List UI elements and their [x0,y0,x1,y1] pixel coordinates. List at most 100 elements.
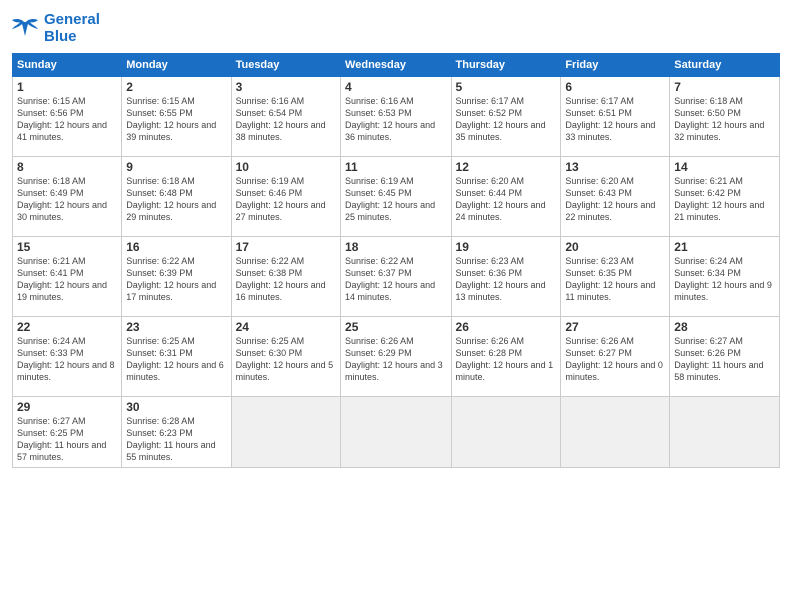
day-info: Sunrise: 6:27 AM Sunset: 6:26 PM Dayligh… [674,335,775,384]
calendar-cell: 3 Sunrise: 6:16 AM Sunset: 6:54 PM Dayli… [231,77,340,157]
day-number: 26 [456,320,557,334]
calendar-cell: 7 Sunrise: 6:18 AM Sunset: 6:50 PM Dayli… [670,77,780,157]
day-info: Sunrise: 6:20 AM Sunset: 6:43 PM Dayligh… [565,175,665,224]
day-info: Sunrise: 6:27 AM Sunset: 6:25 PM Dayligh… [17,415,117,464]
calendar-row: 15 Sunrise: 6:21 AM Sunset: 6:41 PM Dayl… [13,237,780,317]
calendar-cell [670,397,780,468]
day-info: Sunrise: 6:16 AM Sunset: 6:53 PM Dayligh… [345,95,446,144]
day-info: Sunrise: 6:24 AM Sunset: 6:33 PM Dayligh… [17,335,117,384]
day-number: 12 [456,160,557,174]
day-info: Sunrise: 6:22 AM Sunset: 6:38 PM Dayligh… [236,255,336,304]
calendar-cell: 29 Sunrise: 6:27 AM Sunset: 6:25 PM Dayl… [13,397,122,468]
day-number: 29 [17,400,117,414]
day-info: Sunrise: 6:22 AM Sunset: 6:37 PM Dayligh… [345,255,446,304]
calendar-cell: 27 Sunrise: 6:26 AM Sunset: 6:27 PM Dayl… [561,317,670,397]
day-number: 13 [565,160,665,174]
day-number: 28 [674,320,775,334]
calendar-cell: 2 Sunrise: 6:15 AM Sunset: 6:55 PM Dayli… [122,77,231,157]
day-number: 19 [456,240,557,254]
day-number: 2 [126,80,226,94]
logo-icon [12,18,40,40]
calendar-cell: 22 Sunrise: 6:24 AM Sunset: 6:33 PM Dayl… [13,317,122,397]
calendar-cell: 10 Sunrise: 6:19 AM Sunset: 6:46 PM Dayl… [231,157,340,237]
day-info: Sunrise: 6:18 AM Sunset: 6:49 PM Dayligh… [17,175,117,224]
calendar-cell [561,397,670,468]
calendar-table: Sunday Monday Tuesday Wednesday Thursday… [12,53,780,468]
day-number: 16 [126,240,226,254]
calendar-cell: 30 Sunrise: 6:28 AM Sunset: 6:23 PM Dayl… [122,397,231,468]
day-number: 14 [674,160,775,174]
day-info: Sunrise: 6:26 AM Sunset: 6:27 PM Dayligh… [565,335,665,384]
day-number: 22 [17,320,117,334]
day-info: Sunrise: 6:23 AM Sunset: 6:35 PM Dayligh… [565,255,665,304]
day-number: 10 [236,160,336,174]
day-info: Sunrise: 6:15 AM Sunset: 6:55 PM Dayligh… [126,95,226,144]
calendar-cell: 28 Sunrise: 6:27 AM Sunset: 6:26 PM Dayl… [670,317,780,397]
day-info: Sunrise: 6:16 AM Sunset: 6:54 PM Dayligh… [236,95,336,144]
day-info: Sunrise: 6:24 AM Sunset: 6:34 PM Dayligh… [674,255,775,304]
day-number: 21 [674,240,775,254]
day-info: Sunrise: 6:21 AM Sunset: 6:41 PM Dayligh… [17,255,117,304]
calendar-cell: 25 Sunrise: 6:26 AM Sunset: 6:29 PM Dayl… [341,317,451,397]
day-info: Sunrise: 6:20 AM Sunset: 6:44 PM Dayligh… [456,175,557,224]
calendar-cell: 16 Sunrise: 6:22 AM Sunset: 6:39 PM Dayl… [122,237,231,317]
day-number: 3 [236,80,336,94]
day-info: Sunrise: 6:19 AM Sunset: 6:45 PM Dayligh… [345,175,446,224]
day-info: Sunrise: 6:19 AM Sunset: 6:46 PM Dayligh… [236,175,336,224]
calendar-cell: 14 Sunrise: 6:21 AM Sunset: 6:42 PM Dayl… [670,157,780,237]
col-thursday: Thursday [451,54,561,77]
day-info: Sunrise: 6:17 AM Sunset: 6:52 PM Dayligh… [456,95,557,144]
logo: General Blue [12,12,100,45]
col-wednesday: Wednesday [341,54,451,77]
calendar-row: 1 Sunrise: 6:15 AM Sunset: 6:56 PM Dayli… [13,77,780,157]
day-number: 27 [565,320,665,334]
calendar-row: 22 Sunrise: 6:24 AM Sunset: 6:33 PM Dayl… [13,317,780,397]
day-number: 8 [17,160,117,174]
calendar-cell: 12 Sunrise: 6:20 AM Sunset: 6:44 PM Dayl… [451,157,561,237]
day-number: 23 [126,320,226,334]
main-container: General Blue Sunday Monday Tuesday Wedne… [0,0,792,612]
day-number: 18 [345,240,446,254]
calendar-cell: 11 Sunrise: 6:19 AM Sunset: 6:45 PM Dayl… [341,157,451,237]
calendar-cell: 23 Sunrise: 6:25 AM Sunset: 6:31 PM Dayl… [122,317,231,397]
day-number: 1 [17,80,117,94]
day-number: 6 [565,80,665,94]
day-info: Sunrise: 6:26 AM Sunset: 6:29 PM Dayligh… [345,335,446,384]
day-number: 5 [456,80,557,94]
day-number: 15 [17,240,117,254]
day-number: 7 [674,80,775,94]
day-info: Sunrise: 6:17 AM Sunset: 6:51 PM Dayligh… [565,95,665,144]
day-info: Sunrise: 6:21 AM Sunset: 6:42 PM Dayligh… [674,175,775,224]
calendar-cell [231,397,340,468]
calendar-cell: 9 Sunrise: 6:18 AM Sunset: 6:48 PM Dayli… [122,157,231,237]
day-info: Sunrise: 6:18 AM Sunset: 6:48 PM Dayligh… [126,175,226,224]
day-number: 4 [345,80,446,94]
day-number: 17 [236,240,336,254]
calendar-cell: 21 Sunrise: 6:24 AM Sunset: 6:34 PM Dayl… [670,237,780,317]
calendar-header-row: Sunday Monday Tuesday Wednesday Thursday… [13,54,780,77]
day-info: Sunrise: 6:28 AM Sunset: 6:23 PM Dayligh… [126,415,226,464]
calendar-cell: 26 Sunrise: 6:26 AM Sunset: 6:28 PM Dayl… [451,317,561,397]
day-info: Sunrise: 6:18 AM Sunset: 6:50 PM Dayligh… [674,95,775,144]
calendar-cell: 5 Sunrise: 6:17 AM Sunset: 6:52 PM Dayli… [451,77,561,157]
calendar-cell: 17 Sunrise: 6:22 AM Sunset: 6:38 PM Dayl… [231,237,340,317]
calendar-row: 29 Sunrise: 6:27 AM Sunset: 6:25 PM Dayl… [13,397,780,468]
day-number: 20 [565,240,665,254]
calendar-cell: 20 Sunrise: 6:23 AM Sunset: 6:35 PM Dayl… [561,237,670,317]
header: General Blue [12,12,780,45]
col-saturday: Saturday [670,54,780,77]
day-number: 30 [126,400,226,414]
day-number: 25 [345,320,446,334]
logo-text: General Blue [44,12,100,45]
calendar-cell: 24 Sunrise: 6:25 AM Sunset: 6:30 PM Dayl… [231,317,340,397]
day-number: 11 [345,160,446,174]
col-sunday: Sunday [13,54,122,77]
col-tuesday: Tuesday [231,54,340,77]
calendar-cell: 15 Sunrise: 6:21 AM Sunset: 6:41 PM Dayl… [13,237,122,317]
col-friday: Friday [561,54,670,77]
day-info: Sunrise: 6:25 AM Sunset: 6:30 PM Dayligh… [236,335,336,384]
calendar-cell: 4 Sunrise: 6:16 AM Sunset: 6:53 PM Dayli… [341,77,451,157]
calendar-cell: 1 Sunrise: 6:15 AM Sunset: 6:56 PM Dayli… [13,77,122,157]
day-info: Sunrise: 6:26 AM Sunset: 6:28 PM Dayligh… [456,335,557,384]
calendar-cell: 13 Sunrise: 6:20 AM Sunset: 6:43 PM Dayl… [561,157,670,237]
